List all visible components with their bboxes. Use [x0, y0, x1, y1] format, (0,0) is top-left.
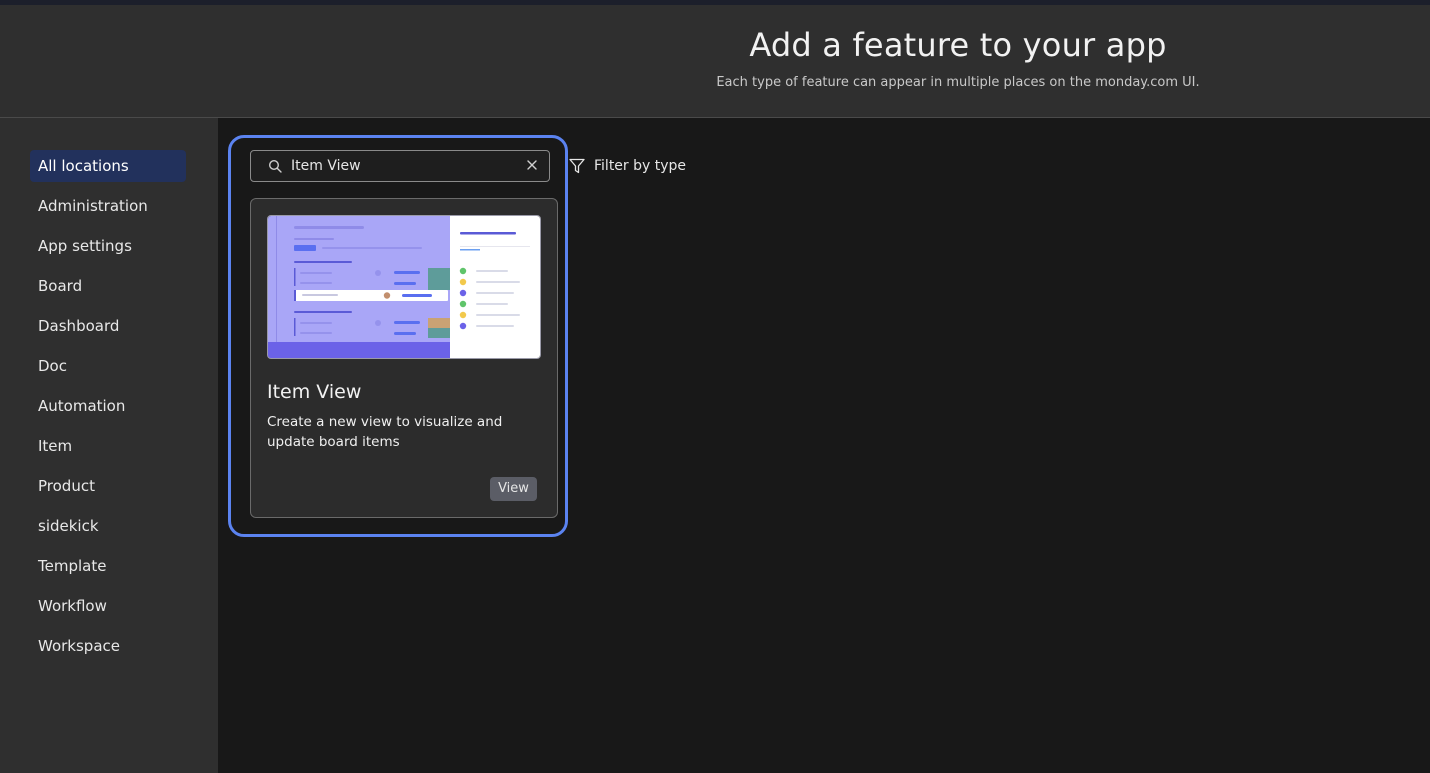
item-view-preview-illustration: [268, 216, 540, 358]
search-box[interactable]: [250, 150, 550, 182]
sidebar-item-all-locations[interactable]: All locations: [30, 150, 186, 182]
sidebar-item-app-settings[interactable]: App settings: [30, 230, 186, 262]
sidebar-item-item[interactable]: Item: [30, 430, 186, 462]
sidebar-item-automation[interactable]: Automation: [30, 390, 186, 422]
sidebar-item-board[interactable]: Board: [30, 270, 186, 302]
page-header: Add a feature to your app Each type of f…: [0, 5, 1430, 118]
feature-card-description: Create a new view to visualize and updat…: [267, 414, 503, 450]
page-title: Add a feature to your app: [749, 26, 1167, 64]
sidebar-item-workflow[interactable]: Workflow: [30, 590, 186, 622]
feature-card-item-view[interactable]: Item View Create a new view to visualize…: [250, 198, 558, 518]
sidebar-item-doc[interactable]: Doc: [30, 350, 186, 382]
sidebar-item-workspace[interactable]: Workspace: [30, 630, 186, 662]
search-input[interactable]: [291, 151, 521, 181]
sidebar-item-template[interactable]: Template: [30, 550, 186, 582]
funnel-icon: [569, 158, 585, 174]
location-sidebar: All locations Administration App setting…: [0, 118, 218, 773]
view-button[interactable]: View: [490, 477, 537, 501]
feature-card-title: Item View: [267, 381, 362, 403]
filter-label: Filter by type: [594, 158, 687, 174]
filter-by-type-button[interactable]: Filter by type: [568, 155, 686, 177]
sidebar-item-product[interactable]: Product: [30, 470, 186, 502]
sidebar-item-dashboard[interactable]: Dashboard: [30, 310, 186, 342]
sidebar-item-sidekick[interactable]: sidekick: [30, 510, 186, 542]
feature-preview-image: [267, 215, 541, 359]
close-icon[interactable]: [525, 158, 539, 172]
sidebar-item-administration[interactable]: Administration: [30, 190, 186, 222]
page-subtitle: Each type of feature can appear in multi…: [716, 75, 1200, 90]
search-icon: [268, 159, 282, 173]
